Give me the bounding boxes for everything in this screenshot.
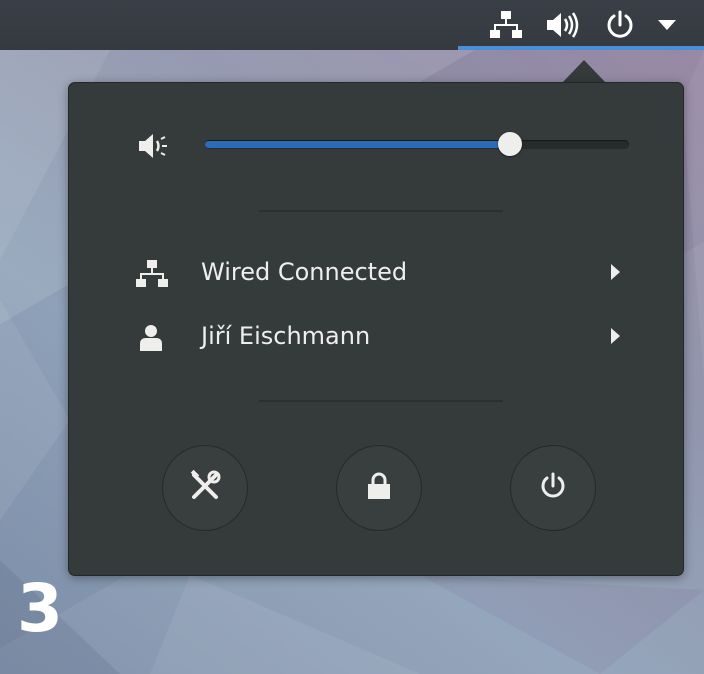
menu-item-user[interactable]: Jiří Eischmann — [69, 310, 681, 362]
active-indicator — [458, 46, 704, 50]
dropdown-arrow-icon[interactable] — [650, 8, 684, 42]
user-icon — [135, 324, 169, 352]
volume-low-icon[interactable] — [138, 132, 170, 164]
power-icon[interactable] — [603, 8, 637, 42]
step-number-badge: 3 — [17, 570, 63, 647]
lock-button[interactable] — [336, 445, 422, 531]
chevron-right-icon — [609, 327, 621, 349]
settings-button[interactable] — [162, 445, 248, 531]
separator — [259, 400, 503, 402]
power-icon — [538, 471, 568, 505]
menu-item-label: Wired Connected — [201, 258, 408, 286]
menu-item-label: Jiří Eischmann — [201, 322, 371, 350]
settings-tools-icon — [188, 469, 222, 507]
menu-item-network[interactable]: Wired Connected — [69, 246, 681, 298]
menu-pointer-arrow — [562, 60, 606, 83]
top-bar — [0, 0, 704, 50]
network-wired-icon[interactable] — [489, 8, 523, 42]
separator — [259, 210, 503, 212]
volume-high-icon[interactable] — [545, 8, 579, 42]
chevron-right-icon — [609, 263, 621, 285]
network-wired-icon — [135, 260, 169, 288]
volume-slider-fill — [205, 141, 511, 148]
power-off-button[interactable] — [510, 445, 596, 531]
lock-icon — [366, 471, 392, 505]
